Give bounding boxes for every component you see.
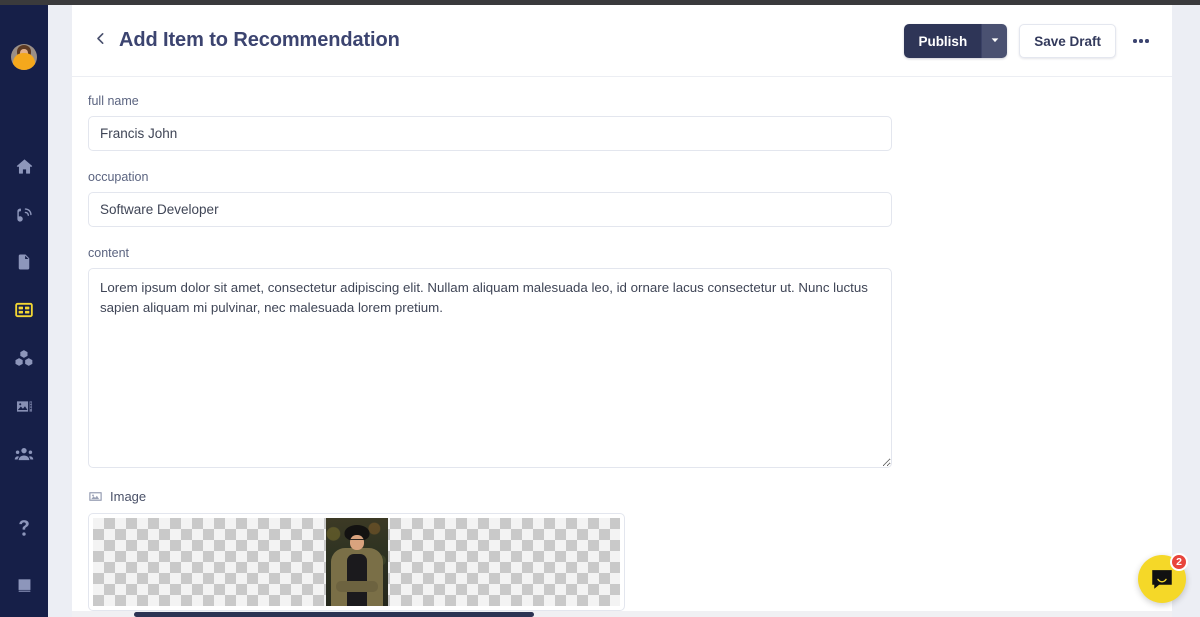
form-body: full name occupation content (72, 77, 1172, 611)
chat-bubble-icon (1149, 566, 1175, 592)
publish-dropdown-toggle[interactable] (981, 24, 1008, 58)
publish-button-group: Publish (904, 24, 1008, 58)
horizontal-scrollbar[interactable] (72, 611, 1172, 617)
image-icon (88, 489, 103, 504)
sidebar-item-blog[interactable] (10, 200, 38, 228)
chevron-down-icon (990, 32, 1000, 50)
sidebar-item-help[interactable] (10, 514, 38, 542)
content-textarea[interactable] (88, 268, 892, 468)
user-avatar[interactable] (11, 44, 37, 70)
field-label-full-name: full name (88, 94, 139, 108)
image-label-text: Image (110, 489, 147, 504)
sidebar-item-docs[interactable] (10, 571, 38, 599)
question-icon (14, 518, 34, 538)
sidebar-item-home[interactable] (10, 152, 38, 180)
home-icon (15, 157, 34, 176)
image-section-label: Image (88, 489, 1172, 504)
avatar-body (13, 53, 35, 70)
ellipsis-icon (1133, 39, 1137, 43)
publish-button[interactable]: Publish (904, 24, 982, 58)
chevron-left-icon (93, 31, 108, 51)
sidebar-item-sections[interactable] (10, 296, 38, 324)
header-actions: Publish Save Draft (904, 5, 1154, 77)
field-full-name: full name (88, 94, 1172, 151)
page-title: Add Item to Recommendation (119, 29, 400, 51)
layout-icon (14, 300, 34, 320)
sidebar-item-people[interactable] (10, 440, 38, 468)
horizontal-scrollbar-thumb[interactable] (134, 612, 534, 617)
sidebar-nav (0, 5, 48, 617)
save-draft-button[interactable]: Save Draft (1019, 24, 1116, 58)
window-chrome-bar (0, 0, 1200, 5)
more-options-button[interactable] (1128, 26, 1154, 56)
image-preview-box[interactable] (88, 513, 625, 611)
field-label-occupation: occupation (88, 170, 149, 184)
uploaded-image-thumbnail (325, 518, 388, 606)
sidebar-item-media[interactable] (10, 392, 38, 420)
images-icon (15, 397, 34, 416)
sidebar-item-pages[interactable] (10, 248, 38, 276)
content-card: Add Item to Recommendation Publish Save … (72, 5, 1172, 617)
field-label-content: content (88, 246, 130, 260)
transparency-checkerboard (93, 518, 620, 606)
occupation-input[interactable] (88, 192, 892, 227)
full-name-input[interactable] (88, 116, 892, 151)
app-root: Add Item to Recommendation Publish Save … (0, 0, 1200, 617)
sidebar-item-products[interactable] (10, 344, 38, 372)
people-icon (14, 444, 34, 464)
back-button[interactable] (89, 30, 111, 52)
cubes-icon (14, 348, 34, 368)
field-content: content (88, 246, 1172, 473)
book-icon (15, 576, 34, 595)
page-header: Add Item to Recommendation Publish Save … (72, 5, 1172, 77)
chat-unread-badge: 2 (1170, 553, 1188, 571)
field-occupation: occupation (88, 170, 1172, 227)
page-icon (15, 253, 33, 271)
blog-icon (15, 205, 34, 224)
chat-launcher-button[interactable]: 2 (1138, 553, 1188, 603)
field-image: Image (88, 489, 1172, 611)
